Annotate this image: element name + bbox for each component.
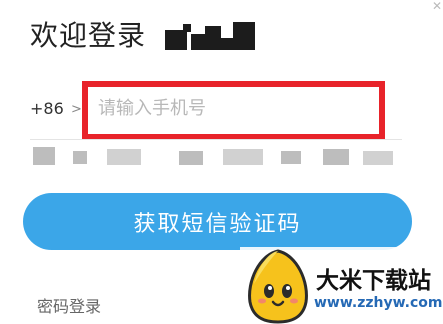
egg-mascot-logo [248, 249, 308, 324]
chevron-right-icon: > [71, 102, 82, 117]
get-sms-code-button[interactable]: 获取短信验证码 [23, 193, 412, 250]
password-login-link[interactable]: 密码登录 [37, 293, 101, 317]
watermark-site-name: 大米下载站 [316, 268, 431, 294]
watermark: 大米下载站 www.zzhyw.com [240, 247, 443, 324]
input-divider [30, 139, 402, 140]
redacted-app-name [165, 22, 260, 50]
blurred-notice-text [33, 147, 405, 167]
phone-input-box [82, 81, 385, 140]
phone-input[interactable] [88, 87, 379, 134]
watermark-url: www.zzhyw.com [314, 295, 443, 311]
close-icon[interactable]: ✕ [432, 0, 443, 14]
page-title: 欢迎登录 [30, 19, 147, 52]
country-code[interactable]: +86 [30, 99, 64, 118]
